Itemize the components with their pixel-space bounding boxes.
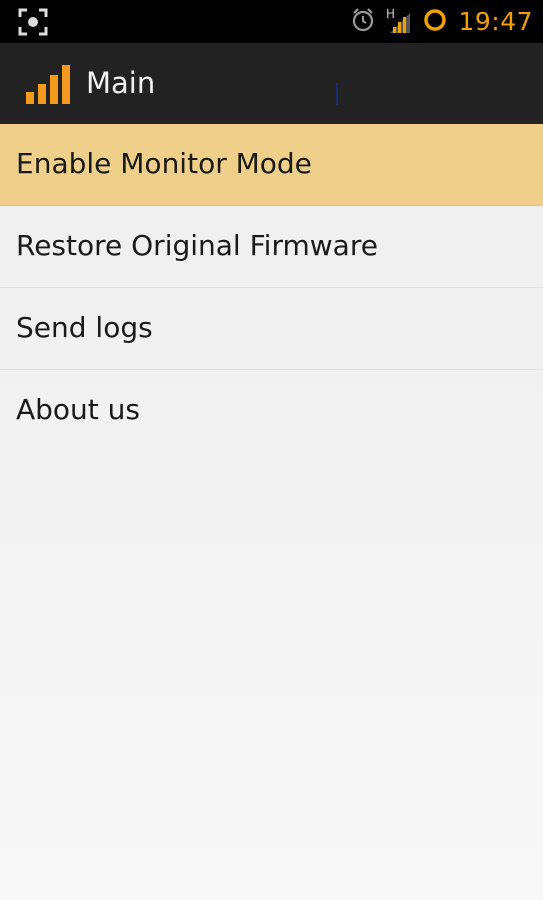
menu-item-about-us[interactable]: About us — [0, 370, 543, 451]
status-bar: H 19:47 — [0, 0, 543, 43]
screenshot-icon — [18, 8, 48, 36]
page-title: Main — [86, 66, 156, 100]
signal-bars-icon[interactable] — [26, 62, 74, 104]
status-clock: 19:47 — [458, 7, 533, 36]
network-type-label: H — [386, 7, 395, 21]
menu-item-enable-monitor-mode[interactable]: Enable Monitor Mode — [0, 124, 543, 206]
menu-item-label: Restore Original Firmware — [16, 229, 378, 262]
menu-item-label: Enable Monitor Mode — [16, 147, 312, 180]
menu-item-label: Send logs — [16, 311, 153, 344]
menu-item-restore-original-firmware[interactable]: Restore Original Firmware — [0, 206, 543, 288]
app-screen: H 19:47 Main Enable Monitor Mode Restore… — [0, 0, 543, 900]
status-icons: H 19:47 — [350, 0, 533, 43]
action-bar: Main — [0, 43, 543, 148]
alarm-icon — [350, 7, 376, 37]
sync-icon — [422, 7, 448, 37]
menu-item-label: About us — [16, 393, 141, 426]
signal-icon: H — [386, 5, 412, 39]
main-menu: Enable Monitor Mode Restore Original Fir… — [0, 124, 543, 451]
menu-item-send-logs[interactable]: Send logs — [0, 288, 543, 370]
